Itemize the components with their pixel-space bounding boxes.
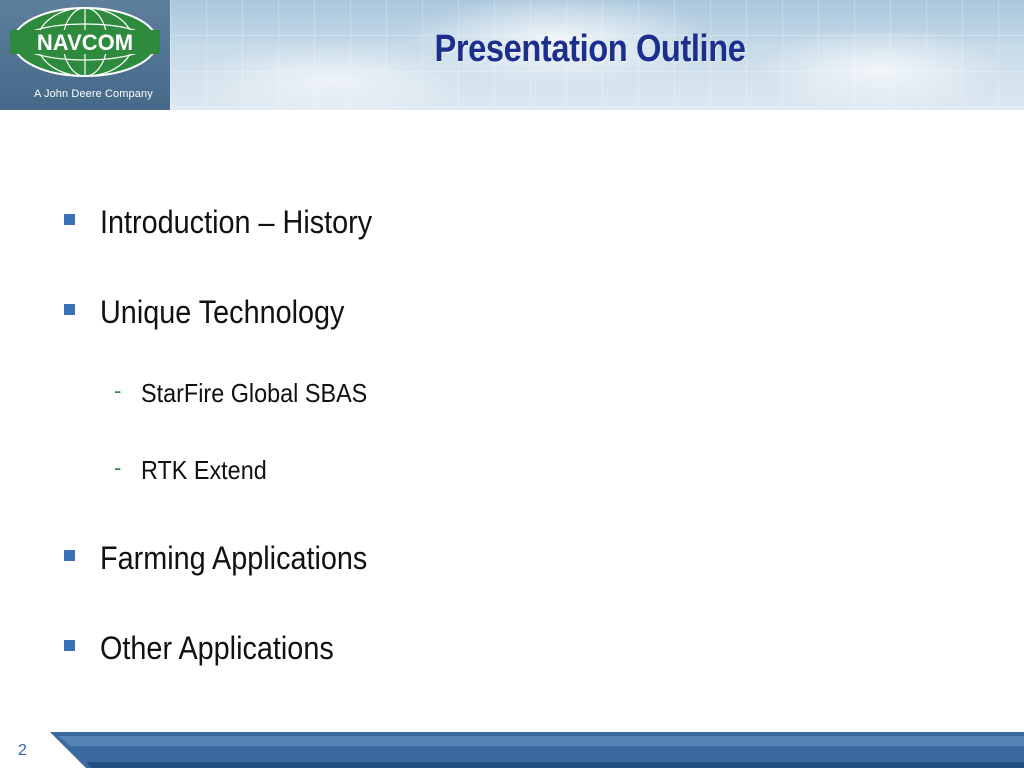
sub-bullet-item: - StarFire Global SBAS <box>114 378 393 409</box>
sub-bullet-item: - RTK Extend <box>114 455 281 486</box>
bullet-square-icon <box>64 550 75 561</box>
dash-icon: - <box>114 454 122 480</box>
bullet-text: Introduction – History <box>100 204 373 240</box>
outline-list: Introduction – History Unique Technology… <box>0 0 1024 768</box>
bullet-square-icon <box>64 640 75 651</box>
bullet-text: Unique Technology <box>100 294 345 330</box>
sub-bullet-text: RTK Extend <box>141 455 268 485</box>
bullet-square-icon <box>64 214 75 225</box>
slide: NAVCOM A John Deere Company Presentation… <box>0 0 1024 768</box>
bullet-item: Unique Technology <box>64 294 372 331</box>
page-number: 2 <box>18 742 27 759</box>
sub-bullet-text: StarFire Global SBAS <box>141 378 368 408</box>
bullet-text: Farming Applications <box>100 540 368 576</box>
bullet-item: Other Applications <box>64 630 360 667</box>
bullet-item: Farming Applications <box>64 540 397 577</box>
bullet-square-icon <box>64 304 75 315</box>
dash-icon: - <box>114 377 122 403</box>
bullet-text: Other Applications <box>100 630 334 666</box>
bullet-item: Introduction – History <box>64 204 402 241</box>
footer-swoosh <box>50 732 1024 768</box>
